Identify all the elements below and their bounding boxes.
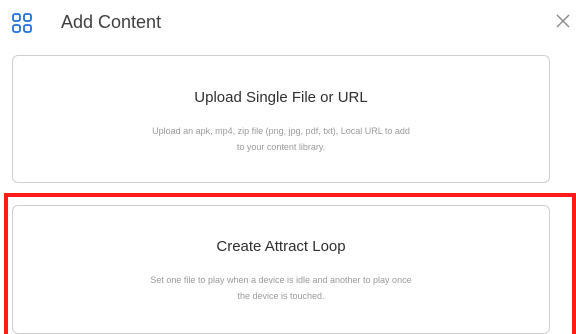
option-description-line: Set one file to play when a device is id… (150, 275, 412, 285)
upload-single-file-option[interactable]: Upload Single File or URL Upload an apk,… (12, 55, 550, 183)
dialog-header: Add Content (0, 0, 576, 46)
option-description: Upload an apk, mp4, zip file (png, jpg, … (81, 123, 481, 155)
option-title: Create Attract Loop (216, 238, 346, 255)
option-title: Upload Single File or URL (194, 89, 368, 106)
option-description-line: the device is touched. (237, 291, 325, 301)
option-description: Set one file to play when a device is id… (81, 272, 481, 304)
option-description-line: Upload an apk, mp4, zip file (png, jpg, … (152, 126, 410, 136)
dialog-title: Add Content (61, 12, 162, 32)
close-icon[interactable] (554, 12, 572, 30)
grid-icon (12, 13, 32, 33)
create-attract-loop-option[interactable]: Create Attract Loop Set one file to play… (12, 205, 550, 334)
option-description-line: to your content library. (236, 142, 326, 152)
